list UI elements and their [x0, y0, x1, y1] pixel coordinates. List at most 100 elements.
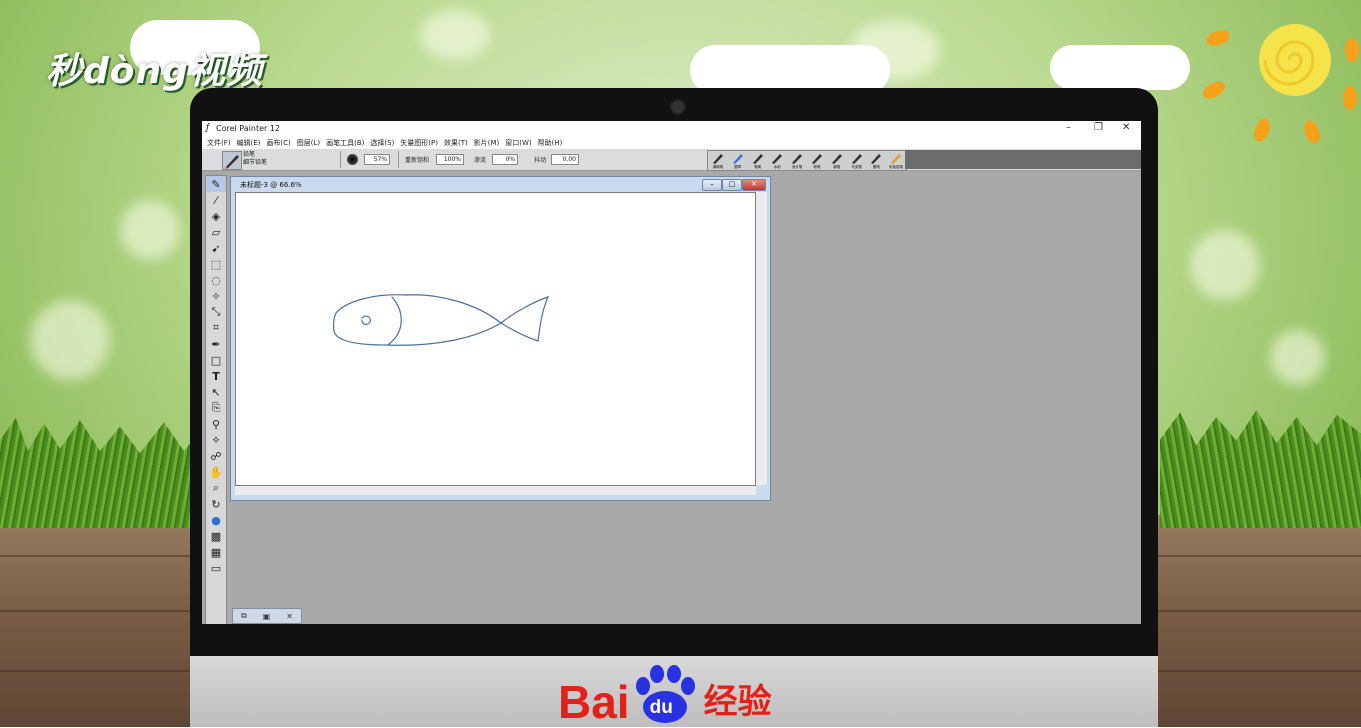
pen-tool-icon[interactable]: ✒	[206, 336, 226, 352]
divider	[398, 151, 399, 168]
dropper-tool-icon[interactable]: ⁄	[206, 192, 226, 208]
custom-brush-button[interactable]: 粉笔	[807, 151, 827, 170]
custom-brush-button[interactable]: 蜡笔	[866, 151, 886, 170]
menu-bar: 文件(F) 编辑(E) 画布(C) 图层(L) 画笔工具(B) 选择(S) 矢量…	[202, 136, 1141, 149]
menu-window[interactable]: 窗口(W)	[505, 138, 531, 148]
rect-shape-tool-icon[interactable]: □	[206, 352, 226, 368]
brush-tool-icon[interactable]: ✎	[206, 176, 226, 192]
layer-adjuster-tool-icon[interactable]: ➹	[206, 240, 226, 256]
doc-maximize-button[interactable]: □	[722, 179, 742, 191]
fish-sketch	[333, 294, 550, 346]
custom-brush-button[interactable]: 图章	[728, 151, 748, 170]
vertical-scrollbar[interactable]	[756, 192, 767, 485]
close-all-button[interactable]: ✕	[286, 612, 293, 621]
brush-size-icon	[347, 154, 358, 165]
camera-icon	[670, 99, 686, 115]
custom-brush-button[interactable]: 马克笔	[847, 151, 867, 170]
menu-file[interactable]: 文件(F)	[207, 138, 231, 148]
custom-brush-palette: 调和笔 图章 笔刷 水彩 设计笔 粉笔 钢笔 马克笔 蜡笔 彩色铅笔	[707, 150, 907, 171]
lasso-tool-icon[interactable]: ◌	[206, 272, 226, 288]
close-button[interactable]: ✕	[1122, 122, 1130, 133]
pattern-swatch-icon[interactable]: ▦	[206, 544, 226, 560]
maximize-button[interactable]: ❐	[1094, 122, 1103, 133]
menu-edit[interactable]: 编辑(E)	[237, 138, 261, 148]
brush-icon	[871, 154, 882, 164]
eraser-tool-icon[interactable]: ▱	[206, 224, 226, 240]
menu-shapes[interactable]: 矢量图形(P)	[400, 138, 438, 148]
watermark-logo: 秒dòng视频	[46, 51, 263, 92]
grabber-tool-icon[interactable]: ✋	[206, 464, 226, 480]
menu-brush-tools[interactable]: 画笔工具(B)	[326, 138, 364, 148]
brush-icon	[792, 154, 803, 164]
brush-category: 铅笔	[243, 151, 256, 158]
drawing-canvas[interactable]	[235, 192, 756, 486]
rotate-page-tool-icon[interactable]: ↻	[206, 496, 226, 512]
brush-selector-icon[interactable]	[222, 151, 242, 170]
brush-icon	[752, 154, 763, 164]
menu-movie[interactable]: 影片(M)	[474, 138, 500, 148]
menu-help[interactable]: 帮助(H)	[538, 138, 563, 148]
rect-select-tool-icon[interactable]: ⬚	[206, 256, 226, 272]
baidu-logo-suffix: 经验	[703, 682, 772, 722]
magic-wand-tool-icon[interactable]: ✧	[206, 288, 226, 304]
brush-icon	[732, 154, 743, 164]
doc-close-button[interactable]: ✕	[742, 179, 766, 191]
custom-brush-label: 钢笔	[833, 165, 841, 169]
bleed-field[interactable]: 0%	[492, 154, 518, 165]
paint-bucket-tool-icon[interactable]: ◈	[206, 208, 226, 224]
palette-strip	[905, 150, 1141, 169]
baidu-logo: Bai du 经验	[558, 665, 772, 725]
window-title: Corel Painter 12	[216, 124, 281, 133]
custom-brush-button[interactable]: 设计笔	[787, 151, 807, 170]
magnifier-tool-icon[interactable]: ⌕	[206, 480, 226, 496]
menu-select[interactable]: 选择(S)	[370, 138, 394, 148]
cloner-tool-icon[interactable]: ⎘	[206, 400, 226, 416]
brush-icon	[891, 154, 902, 164]
app-screen: ƒ Corel Painter 12 – ❐ ✕ 文件(F) 编辑(E) 画布(…	[202, 121, 1141, 624]
custom-brush-label: 笔刷	[754, 165, 762, 169]
title-bar: ƒ Corel Painter 12 – ❐ ✕	[202, 121, 1141, 136]
brush-icon	[713, 154, 723, 164]
menu-effects[interactable]: 效果(T)	[444, 138, 468, 148]
painter-app-icon: ƒ	[206, 123, 210, 133]
color-swatch-icon[interactable]: ●	[206, 512, 226, 528]
brush-icon	[851, 154, 862, 164]
custom-brush-button[interactable]: 水彩	[767, 151, 787, 170]
doc-bar: ⧉ ▣ ✕	[232, 608, 302, 624]
cloud	[1050, 45, 1190, 90]
cascade-button[interactable]: ▣	[263, 612, 271, 621]
baidu-logo-bai: Bai	[558, 676, 630, 728]
custom-brush-label: 粉笔	[813, 165, 821, 169]
menu-canvas[interactable]: 画布(C)	[266, 138, 290, 148]
custom-brush-button[interactable]: 彩色铅笔	[886, 151, 906, 170]
shape-select-tool-icon[interactable]: ↖	[206, 384, 226, 400]
brush-icon	[811, 154, 822, 164]
brush-variant: 细节铅笔	[243, 159, 268, 166]
custom-brush-button[interactable]: 钢笔	[827, 151, 847, 170]
transform-tool-icon[interactable]: ⤡	[206, 304, 226, 320]
resaturation-field[interactable]: 100%	[436, 154, 464, 165]
horizontal-scrollbar[interactable]	[235, 486, 756, 495]
brush-name[interactable]: 铅笔 细节铅笔	[243, 151, 267, 167]
resaturation-label: 重新饱和	[405, 157, 430, 164]
custom-brush-button[interactable]: 笔刷	[748, 151, 768, 170]
screen-mode-icon[interactable]: ▭	[206, 560, 226, 576]
custom-brush-label: 调和笔	[712, 165, 724, 169]
paper-swatch-icon[interactable]: ▩	[206, 528, 226, 544]
custom-brush-label: 马克笔	[851, 165, 862, 169]
custom-brush-label: 蜡笔	[872, 165, 880, 169]
burn-tool-icon[interactable]: ☍	[206, 448, 226, 464]
rubber-stamp-tool-icon[interactable]: ⚲	[206, 416, 226, 432]
jitter-field[interactable]: 0.00	[551, 154, 579, 165]
custom-brush-label: 图章	[734, 165, 742, 169]
crop-tool-icon[interactable]: ⌗	[206, 320, 226, 336]
text-tool-icon[interactable]: T	[206, 368, 226, 384]
menu-layers[interactable]: 图层(L)	[297, 138, 320, 148]
custom-brush-button[interactable]: 调和笔	[708, 151, 728, 170]
tile-button[interactable]: ⧉	[241, 611, 247, 621]
size-field[interactable]: 57%	[364, 154, 390, 165]
custom-brush-label: 水彩	[773, 165, 781, 169]
dodge-tool-icon[interactable]: ⟡	[206, 432, 226, 448]
doc-minimize-button[interactable]: –	[702, 179, 722, 191]
minimize-button[interactable]: –	[1066, 122, 1071, 133]
